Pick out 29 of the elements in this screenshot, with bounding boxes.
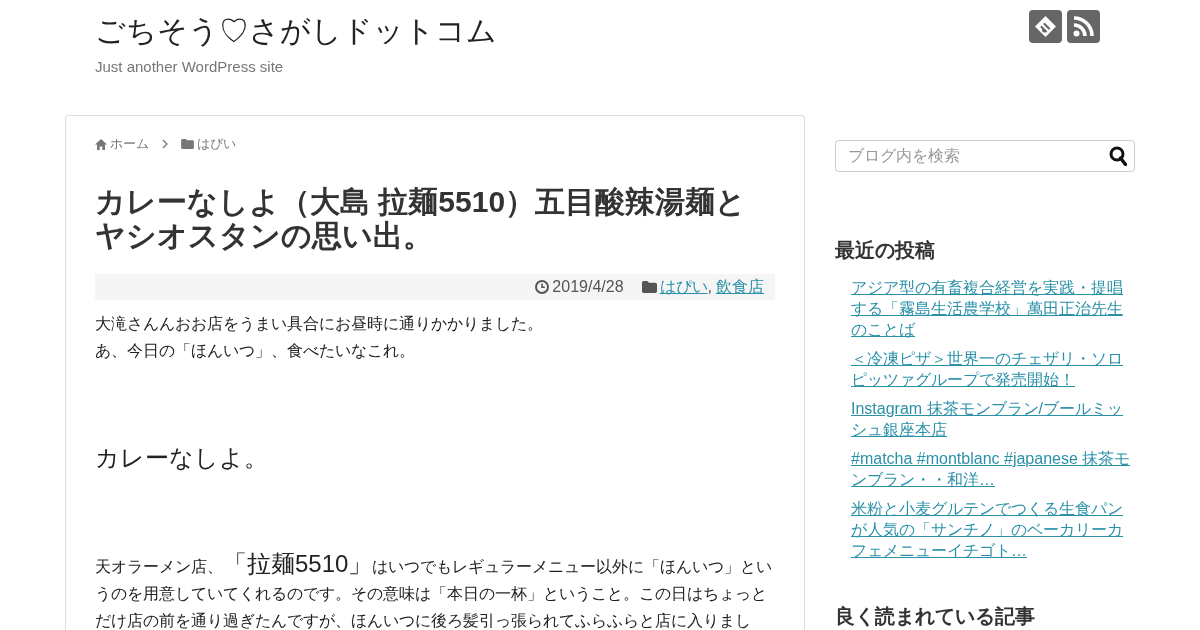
- post-link[interactable]: アジア型の有畜複合経営を実践・提唱する「霧島生活農学校」萬田正治先生のことば: [851, 277, 1131, 340]
- breadcrumb-link[interactable]: はぴい: [181, 134, 236, 154]
- article-title: カレーなしよ（大島 拉麺5510）五目酸辣湯麺とヤシオスタンの思い出。: [95, 185, 748, 253]
- post-link[interactable]: ＜冷凍ピザ＞世界一のチェザリ・ソロピッツァグループで発売開始！: [851, 348, 1131, 390]
- diamond-lines-icon[interactable]: [1029, 10, 1062, 43]
- post-link[interactable]: 米粉と小麦グルテンでつくる生食パンが人気の「サンチノ」のベーカリーカフェメニューイチゴト…: [851, 498, 1131, 561]
- category-link[interactable]: はぴい: [659, 276, 708, 298]
- widget-title: 最近の投稿: [835, 238, 935, 262]
- intro-text: あ、今日の「ほんいつ」、食べたいなこれ。: [95, 341, 415, 361]
- site-title[interactable]: ごちそう♡さがしドットコム: [95, 13, 497, 49]
- date-text: 2019/4/28: [552, 278, 624, 296]
- search-field[interactable]: ブログ内を検索: [835, 140, 1135, 172]
- rss-icon[interactable]: [1067, 10, 1100, 43]
- breadcrumb-link[interactable]: ホーム: [95, 134, 149, 154]
- home-icon: [95, 138, 107, 150]
- paragraph-text: 天オラーメン店、「拉麺5510」はいつでもレギュラーメニュー以外に「ほんいつ」というのを用意していてくれるのです。その意味は「本日の一杯」ということ。この日はちょっとだけ店の前を通り過ぎたんですが、ほんいつに後ろ髪引っ張られてふらふらと店に入りまし: [95, 550, 774, 630]
- search-icon[interactable]: [1109, 146, 1127, 166]
- widget-title: 良く読まれている記事: [835, 605, 1035, 627]
- chevron-right-icon: [162, 139, 168, 149]
- folder-icon: [641, 281, 657, 293]
- separator-text: ,: [707, 278, 712, 296]
- clock-icon: [535, 280, 550, 294]
- post-link[interactable]: Instagram 抹茶モンブラン/ブールミッシュ銀座本店: [851, 398, 1131, 440]
- post-link[interactable]: #matcha #montblanc #japanese 抹茶モンブラン・・和洋…: [851, 448, 1131, 490]
- category-link[interactable]: 飲食店: [716, 276, 764, 298]
- tagline-text: Just another WordPress site: [95, 58, 284, 76]
- folder-icon: [181, 139, 194, 149]
- intro-text: 大滝さんんおお店をうまい具合にお昼時に通りかかりました。: [95, 314, 543, 334]
- section-heading: カレーなしよ。: [95, 443, 268, 473]
